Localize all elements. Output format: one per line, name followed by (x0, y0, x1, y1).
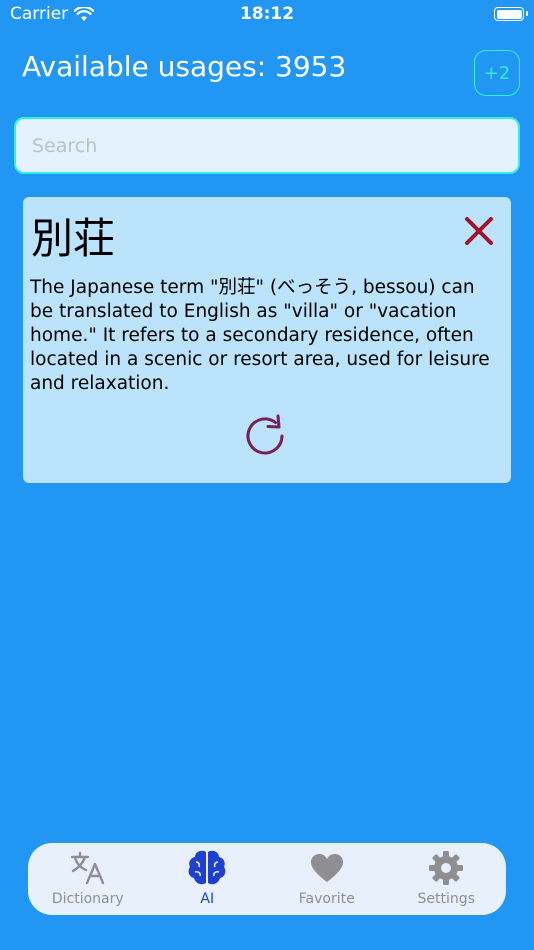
tab-dictionary-label: Dictionary (51, 891, 124, 907)
heart-icon (307, 849, 347, 887)
result-card: 別荘 The Japanese term "別荘" (べっそう, bessou)… (23, 197, 511, 483)
search-box (14, 117, 520, 174)
tab-dictionary[interactable]: Dictionary (28, 843, 148, 915)
tab-settings[interactable]: Settings (387, 843, 507, 915)
close-icon (465, 217, 493, 245)
status-bar: Carrier 18:12 (0, 0, 534, 30)
available-usages-label: Available usages: 3953 (22, 50, 347, 83)
translate-icon (68, 849, 108, 887)
tab-ai-label: AI (200, 891, 215, 907)
clock: 18:12 (239, 4, 295, 24)
search-input[interactable] (16, 119, 518, 172)
translation-text: The Japanese term "別荘" (べっそう, bessou) ca… (30, 277, 490, 394)
gear-icon (426, 849, 466, 887)
regenerate-button[interactable] (242, 413, 288, 459)
tab-bar: Dictionary AI Favorite Settings (28, 843, 506, 915)
add-usages-button[interactable]: +2 (474, 50, 520, 96)
brain-icon (187, 849, 227, 887)
term-heading: 別荘 (31, 214, 116, 263)
tab-ai[interactable]: AI (148, 843, 268, 915)
battery-icon (494, 7, 528, 21)
tab-favorite[interactable]: Favorite (267, 843, 387, 915)
tab-favorite-label: Favorite (298, 891, 355, 907)
refresh-icon (246, 414, 284, 455)
tab-settings-label: Settings (417, 891, 475, 907)
close-button[interactable] (461, 213, 497, 249)
